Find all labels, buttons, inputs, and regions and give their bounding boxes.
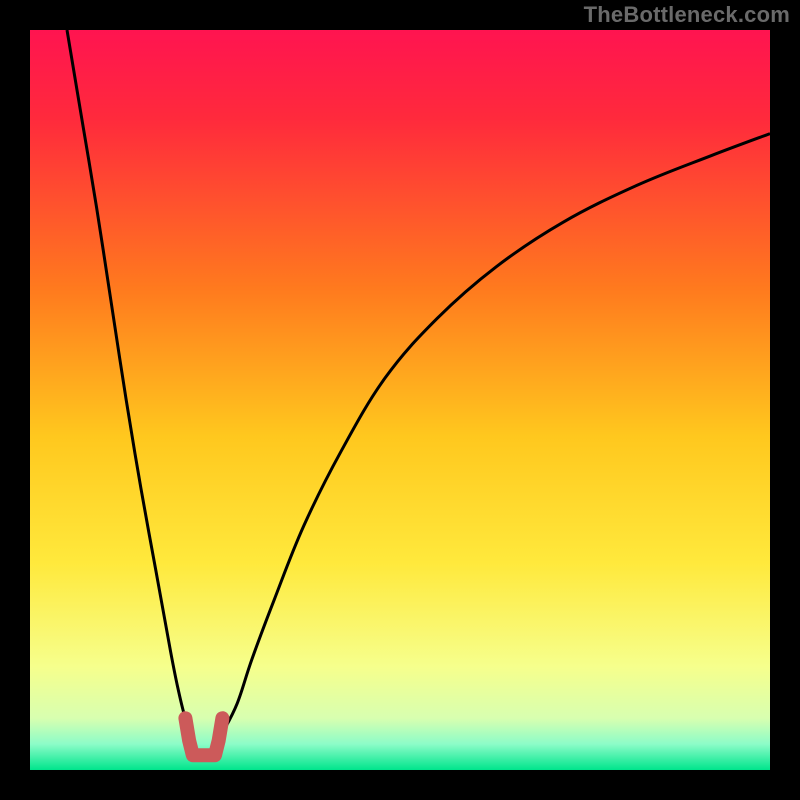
bottleneck-chart (30, 30, 770, 770)
chart-frame: TheBottleneck.com (0, 0, 800, 800)
gradient-background (30, 30, 770, 770)
watermark-text: TheBottleneck.com (584, 2, 790, 28)
